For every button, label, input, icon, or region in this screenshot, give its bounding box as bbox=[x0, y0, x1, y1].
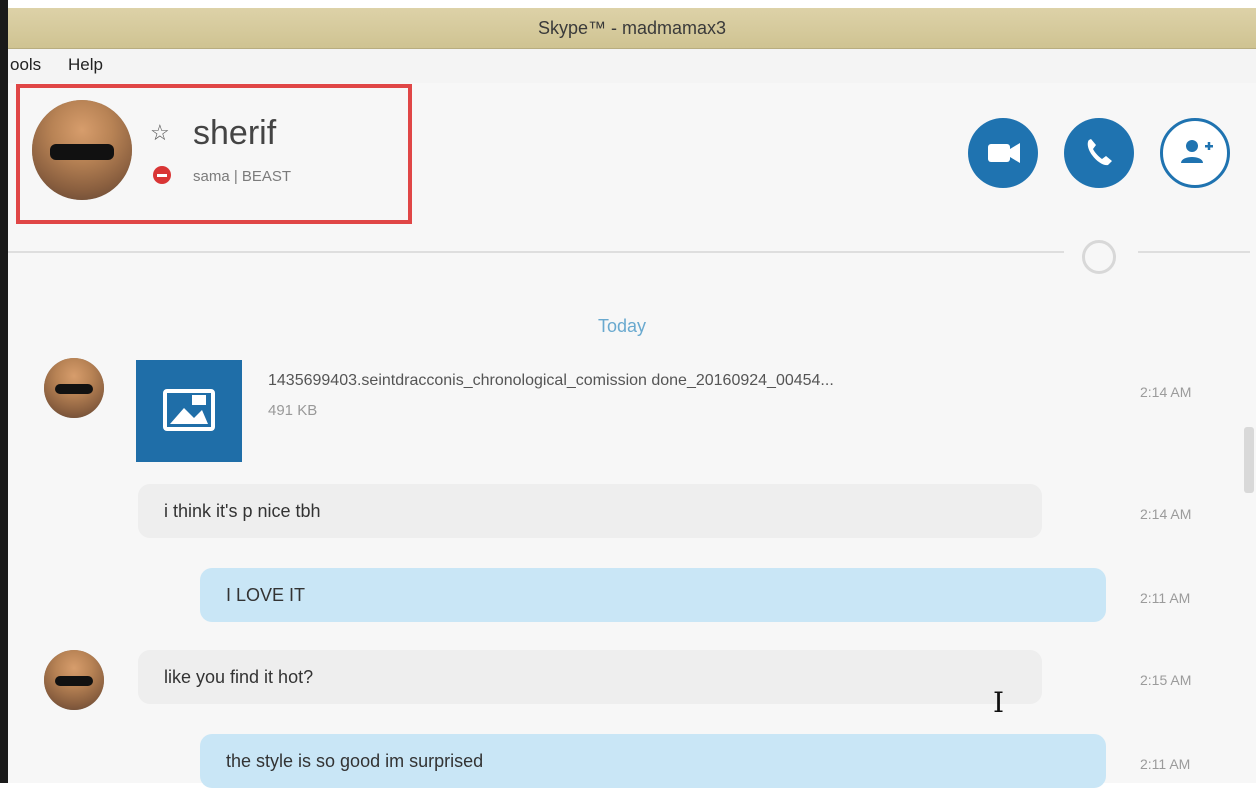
add-people-button[interactable] bbox=[1160, 118, 1230, 188]
title-bar[interactable]: Skype™ - madmamax3 bbox=[8, 8, 1256, 49]
video-camera-icon bbox=[988, 143, 1020, 163]
menu-help[interactable]: Help bbox=[68, 55, 103, 75]
text-cursor-icon: I bbox=[993, 686, 1005, 719]
highlight-box bbox=[16, 84, 412, 224]
message-time: 2:14 AM bbox=[1140, 506, 1192, 522]
file-size: 491 KB bbox=[268, 402, 318, 419]
outgoing-message[interactable]: I LOVE IT bbox=[200, 568, 1106, 622]
window-frame bbox=[0, 0, 8, 783]
scrollbar-thumb[interactable] bbox=[1244, 427, 1254, 493]
outgoing-message[interactable]: the style is so good im surprised bbox=[200, 734, 1106, 788]
sender-avatar[interactable] bbox=[44, 650, 104, 710]
menu-bar: ools Help bbox=[8, 49, 1256, 83]
sender-avatar[interactable] bbox=[44, 358, 104, 418]
file-name[interactable]: 1435699403.seintdracconis_chronological_… bbox=[268, 372, 834, 390]
message-time: 2:11 AM bbox=[1140, 590, 1191, 606]
video-call-button[interactable] bbox=[968, 118, 1038, 188]
window-title: Skype™ - madmamax3 bbox=[537, 18, 727, 38]
file-thumbnail[interactable] bbox=[136, 360, 242, 462]
incoming-message[interactable]: i think it's p nice tbh bbox=[138, 484, 1042, 538]
header-divider-right bbox=[1138, 251, 1250, 253]
incoming-message[interactable]: like you find it hot? bbox=[138, 650, 1042, 704]
voice-call-button[interactable] bbox=[1064, 118, 1134, 188]
phone-icon bbox=[1087, 139, 1112, 166]
message-time: 2:15 AM bbox=[1140, 672, 1192, 688]
message-time: 2:14 AM bbox=[1140, 384, 1192, 400]
header-divider bbox=[8, 251, 1064, 253]
date-separator: Today bbox=[598, 316, 647, 336]
image-file-icon bbox=[163, 389, 215, 431]
message-time: 2:11 AM bbox=[1140, 756, 1191, 772]
add-person-icon bbox=[1181, 140, 1213, 163]
globe-icon[interactable] bbox=[1082, 240, 1116, 274]
menu-tools[interactable]: ools bbox=[10, 55, 41, 75]
